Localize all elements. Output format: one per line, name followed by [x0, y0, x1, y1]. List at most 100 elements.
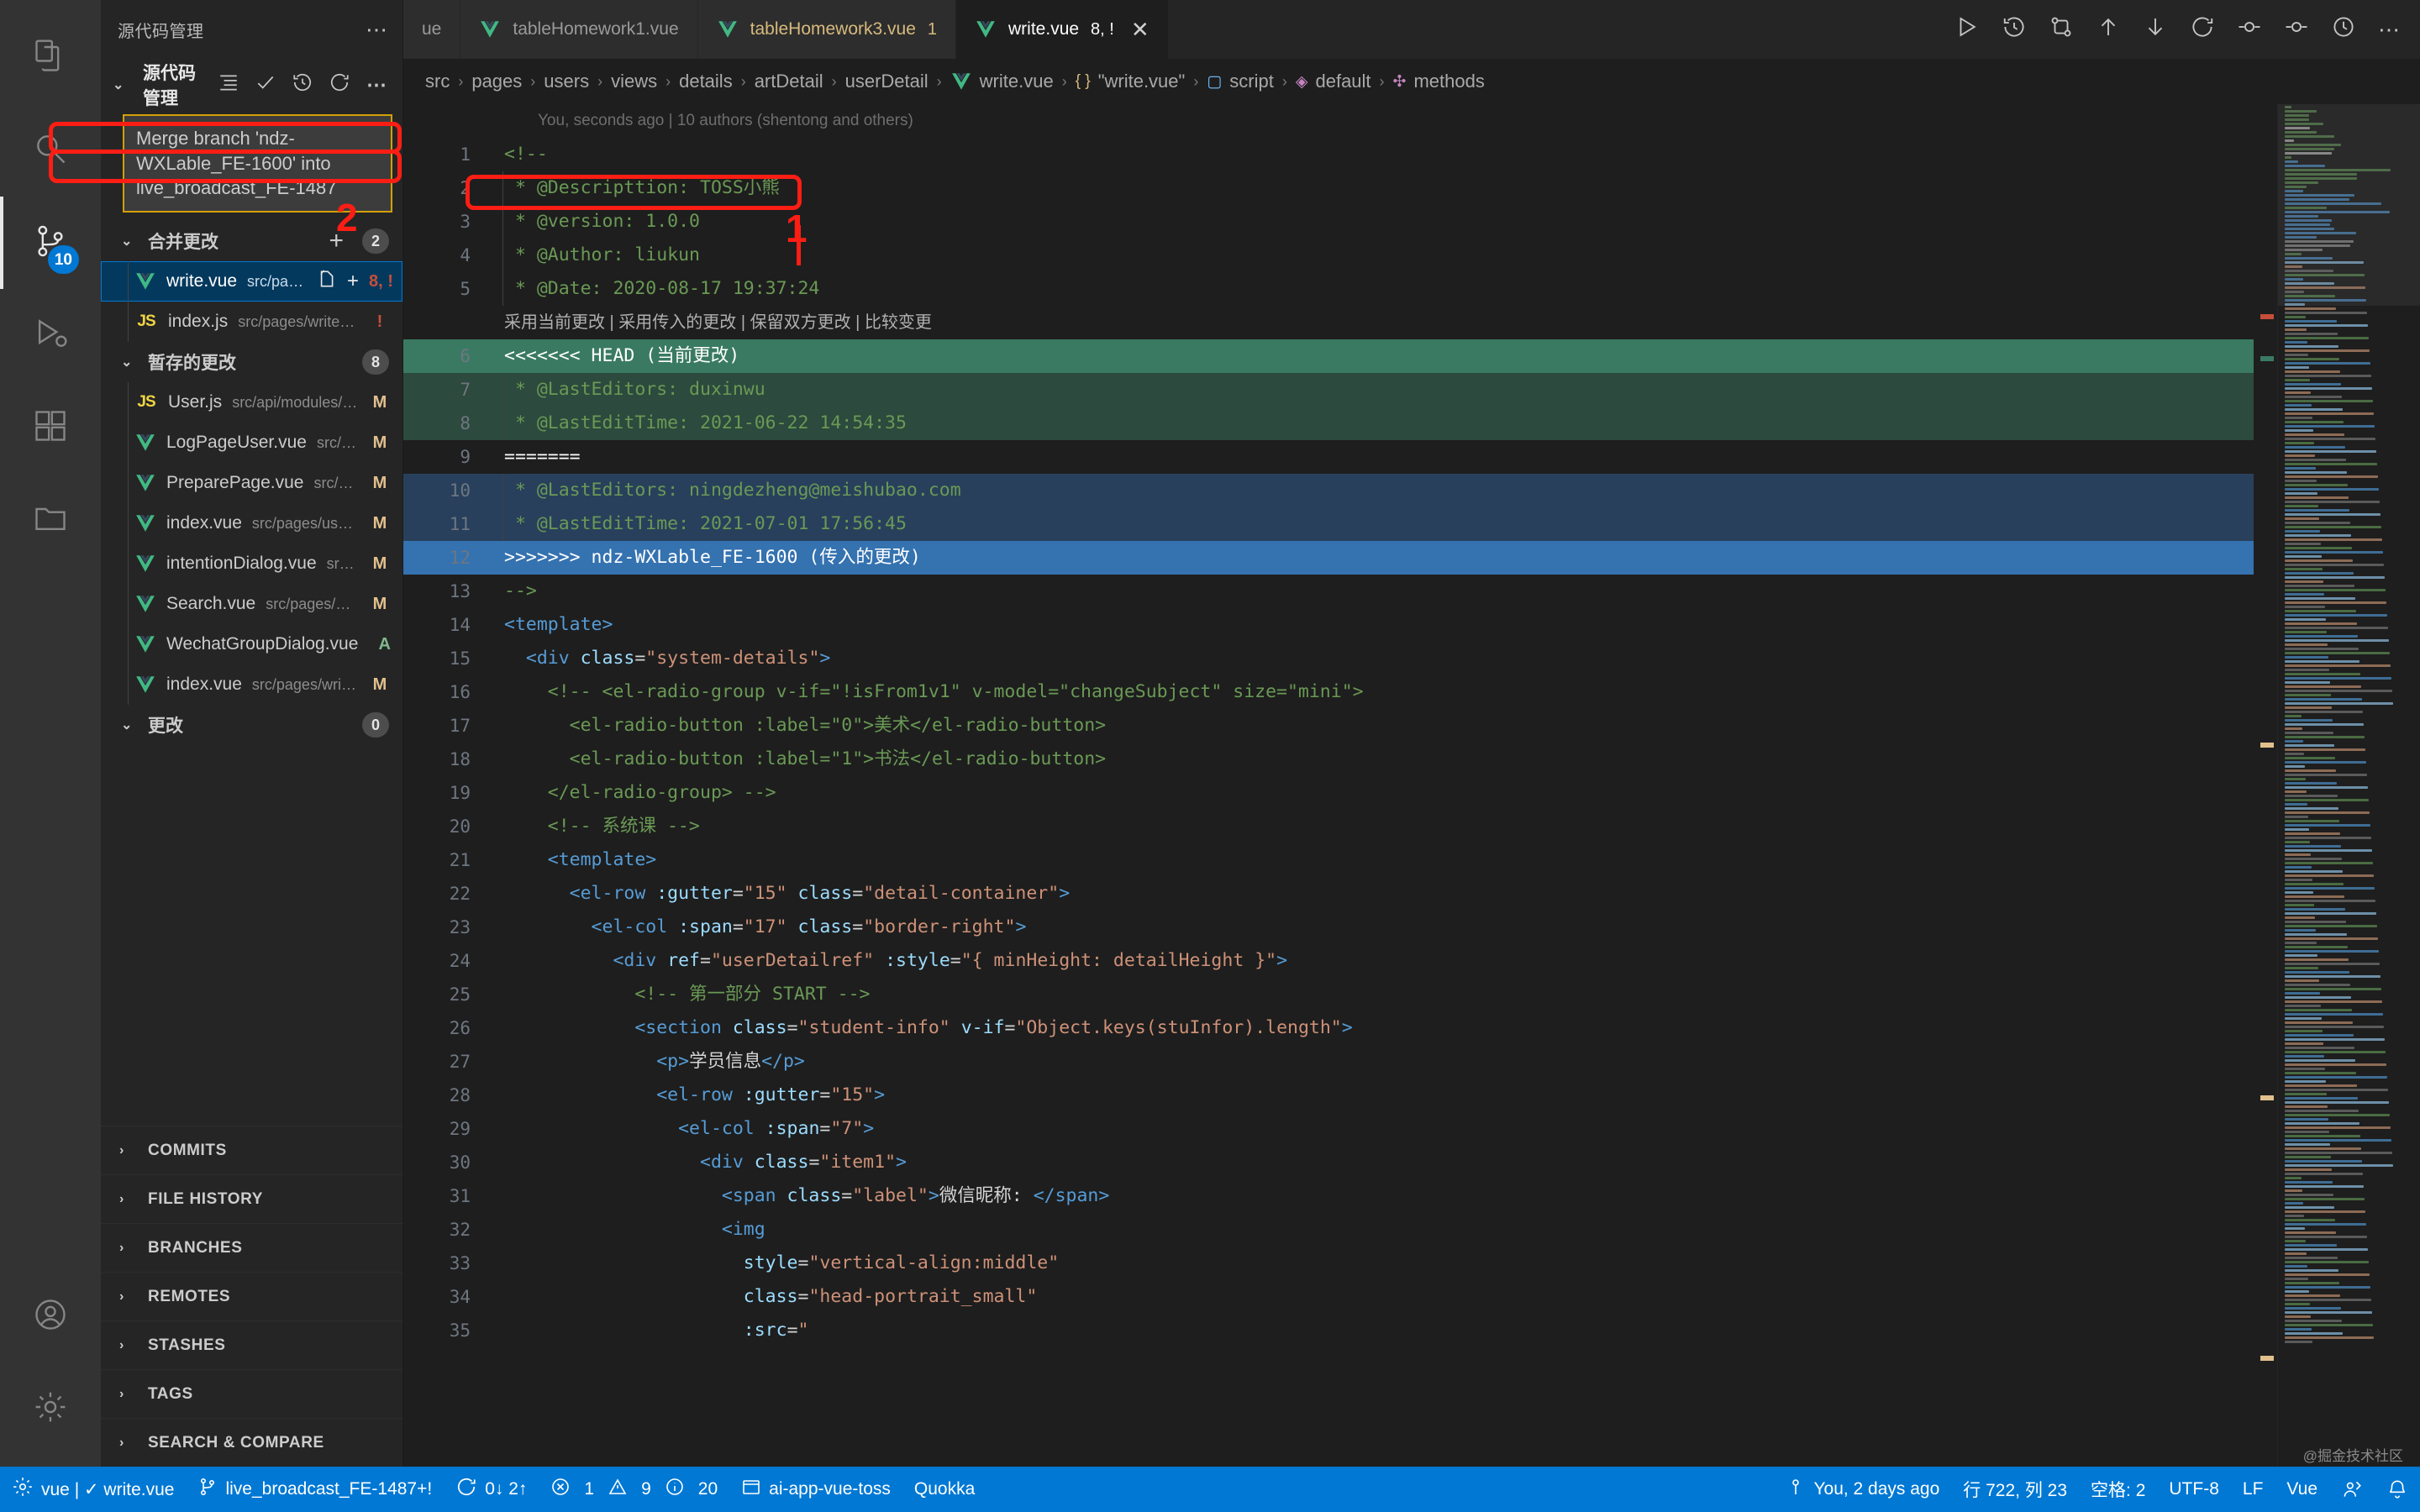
scm-file-row[interactable]: JS index.js src/pages/write_app/views/user…: [101, 302, 402, 343]
scm-row-actions[interactable]: +: [315, 268, 359, 296]
status-branch[interactable]: live_broadcast_FE-1487+!: [186, 1467, 444, 1512]
history-icon[interactable]: [2002, 14, 2027, 45]
code-line[interactable]: 9 =======: [403, 440, 2254, 474]
scrollbar-decorations[interactable]: [2254, 104, 2277, 1467]
scm-file-row[interactable]: index.vue src/pages/write_app/views/users…: [101, 664, 402, 706]
code-line[interactable]: 18 <el-radio-button :label="1">书法</el-ra…: [403, 743, 2254, 776]
code-line[interactable]: 31 <span class="label">微信昵称: </span>: [403, 1179, 2254, 1213]
view-as-tree-icon[interactable]: [216, 71, 241, 99]
scm-panel-remotes[interactable]: › REMOTES: [101, 1272, 402, 1320]
code-line[interactable]: 27 <p>学员信息</p>: [403, 1045, 2254, 1079]
status-quokka[interactable]: Quokka: [902, 1467, 986, 1512]
code-line[interactable]: 10 * @LastEditors: ningdezheng@meishubao…: [403, 474, 2254, 507]
activity-item-source-control[interactable]: 10: [0, 197, 101, 289]
code-line[interactable]: 2 * @Descripttion: TOSS小熊: [403, 171, 2254, 205]
breadcrumb-item[interactable]: ◈ default: [1296, 71, 1371, 92]
code-line[interactable]: 6 <<<<<<< HEAD (当前更改): [403, 339, 2254, 373]
close-icon[interactable]: ✕: [1131, 17, 1150, 43]
clock-icon[interactable]: [2331, 14, 2356, 45]
scm-group-header[interactable]: ⌄ 更改 0: [101, 705, 402, 745]
breadcrumb-item[interactable]: src: [425, 71, 450, 92]
code-line[interactable]: 22 <el-row :gutter="15" class="detail-co…: [403, 877, 2254, 911]
status-eol[interactable]: LF: [2231, 1479, 2275, 1499]
status-language-mode[interactable]: Vue: [2275, 1479, 2329, 1499]
status-blame[interactable]: You, 2 days ago: [1774, 1477, 1951, 1502]
more-actions-icon[interactable]: ⋯: [366, 17, 389, 43]
code-line[interactable]: 3 * @version: 1.0.0: [403, 205, 2254, 239]
scm-file-row[interactable]: intentionDialog.vue src/pages/write_app/v…: [101, 543, 402, 585]
breadcrumb-item[interactable]: artDetail: [755, 71, 823, 92]
compare-icon[interactable]: [2049, 14, 2074, 45]
scm-panel-search-compare[interactable]: › SEARCH & COMPARE: [101, 1418, 402, 1467]
code-line[interactable]: 32 <img: [403, 1213, 2254, 1247]
scm-more-actions-icon[interactable]: ⋯: [364, 73, 389, 97]
status-encoding[interactable]: UTF-8: [2157, 1479, 2231, 1499]
sync-icon[interactable]: [2190, 14, 2215, 45]
code-line[interactable]: 12 >>>>>>> ndz-WXLable_FE-1600 (传入的更改): [403, 541, 2254, 575]
breadcrumb-item[interactable]: userDetail: [845, 71, 929, 92]
code-line[interactable]: 17 <el-radio-button :label="0">美术</el-ra…: [403, 709, 2254, 743]
code-line[interactable]: 14 <template>: [403, 608, 2254, 642]
code-lines[interactable]: 1 <!-- 2 * @Descripttion: TOSS小熊 3 * @versi…: [403, 138, 2254, 1347]
circle-left-icon[interactable]: [2237, 14, 2262, 45]
code-line[interactable]: 8 * @LastEditTime: 2021-06-22 14:54:35: [403, 407, 2254, 440]
status-remote[interactable]: vue | ✓ write.vue: [0, 1467, 186, 1512]
scm-file-row[interactable]: write.vue src/pages/users/views/d... +8, !: [101, 261, 402, 302]
code-line[interactable]: 34 class="head-portrait_small": [403, 1280, 2254, 1314]
code-line[interactable]: 16 <!-- <el-radio-group v-if="!isFrom1v1…: [403, 675, 2254, 709]
status-cursor-position[interactable]: 行 722, 列 23: [1951, 1477, 2079, 1502]
tab-partial[interactable]: ue: [403, 0, 461, 59]
code-line[interactable]: 29 <el-col :span="7">: [403, 1112, 2254, 1146]
breadcrumb-item[interactable]: pages: [471, 71, 522, 92]
scm-file-row[interactable]: index.vue src/pages/users/components/tria…: [101, 503, 402, 544]
scm-panel-branches[interactable]: › BRANCHES: [101, 1223, 402, 1272]
feedback-icon[interactable]: [2329, 1478, 2375, 1500]
run-icon[interactable]: [1954, 14, 1980, 45]
status-problems[interactable]: 1 9 20: [539, 1467, 729, 1512]
bell-icon[interactable]: [2375, 1478, 2420, 1500]
more-actions-icon[interactable]: ⋯: [2378, 17, 2400, 43]
code-line[interactable]: 11 * @LastEditTime: 2021-07-01 17:56:45: [403, 507, 2254, 541]
merge-conflict-actions[interactable]: 采用当前更改 | 采用传入的更改 | 保留双方更改 | 比较变更: [504, 306, 2254, 339]
code-line[interactable]: 21 <template>: [403, 843, 2254, 877]
code-line[interactable]: 1 <!--: [403, 138, 2254, 171]
minimap-slider[interactable]: [2278, 104, 2420, 306]
code-line[interactable]: 30 <div class="item1">: [403, 1146, 2254, 1179]
refresh-icon[interactable]: [327, 71, 352, 99]
scm-file-row[interactable]: WechatGroupDialog.vuesrc/pages/write_a..…: [101, 624, 402, 665]
breadcrumb-item[interactable]: ✣ methods: [1393, 71, 1485, 92]
tab-write-vue[interactable]: write.vue 8, ! ✕: [956, 0, 1169, 59]
scm-panel-file-history[interactable]: › FILE HISTORY: [101, 1174, 402, 1223]
status-indentation[interactable]: 空格: 2: [2079, 1477, 2157, 1502]
code-line[interactable]: 20 <!-- 系统课 -->: [403, 810, 2254, 843]
activity-item-settings[interactable]: [0, 1362, 101, 1455]
open-file-icon[interactable]: [315, 268, 337, 296]
status-sync[interactable]: 0↓ 2↑: [444, 1467, 539, 1512]
code-line[interactable]: 25 <!-- 第一部分 START -->: [403, 978, 2254, 1011]
status-project[interactable]: ai-app-vue-toss: [729, 1467, 902, 1512]
scm-file-row[interactable]: LogPageUser.vue src/pages/studentTeam/...…: [101, 423, 402, 464]
scm-panel-commits[interactable]: › COMMITS: [101, 1126, 402, 1174]
tab-tableHomework3[interactable]: tableHomework3.vue 1: [697, 0, 957, 59]
activity-item-search[interactable]: [0, 104, 101, 197]
merge-conflict-codelens-row[interactable]: 采用当前更改 | 采用传入的更改 | 保留双方更改 | 比较变更: [403, 306, 2254, 339]
minimap[interactable]: [2277, 104, 2420, 1467]
scm-group-header[interactable]: ⌄ 暂存的更改 8: [101, 342, 402, 382]
scm-section-header[interactable]: ⌄ 源代码管理 ⋯: [101, 59, 402, 111]
code-line[interactable]: 4 * @Author: liukun: [403, 239, 2254, 272]
breadcrumb-item[interactable]: { } "write.vue": [1076, 71, 1186, 92]
code-line[interactable]: 15 <div class="system-details">: [403, 642, 2254, 675]
code-line[interactable]: 5 * @Date: 2020-08-17 19:37:24: [403, 272, 2254, 306]
code-line[interactable]: 26 <section class="student-info" v-if="O…: [403, 1011, 2254, 1045]
code-column[interactable]: You, seconds ago | 10 authors (shentong …: [403, 104, 2254, 1467]
breadcrumb-item[interactable]: ▢ script: [1207, 71, 1274, 92]
activity-item-extensions[interactable]: [0, 381, 101, 474]
breadcrumb-item[interactable]: views: [611, 71, 657, 92]
stage-plus-icon[interactable]: +: [347, 270, 359, 293]
code-line[interactable]: 7 * @LastEditors: duxinwu: [403, 373, 2254, 407]
breadcrumb-item[interactable]: write.vue: [950, 71, 1054, 92]
code-line[interactable]: 33 style="vertical-align:middle": [403, 1247, 2254, 1280]
circle-right-icon[interactable]: [2284, 14, 2309, 45]
activity-item-explorer[interactable]: [0, 12, 101, 104]
activity-item-accounts[interactable]: [0, 1270, 101, 1362]
